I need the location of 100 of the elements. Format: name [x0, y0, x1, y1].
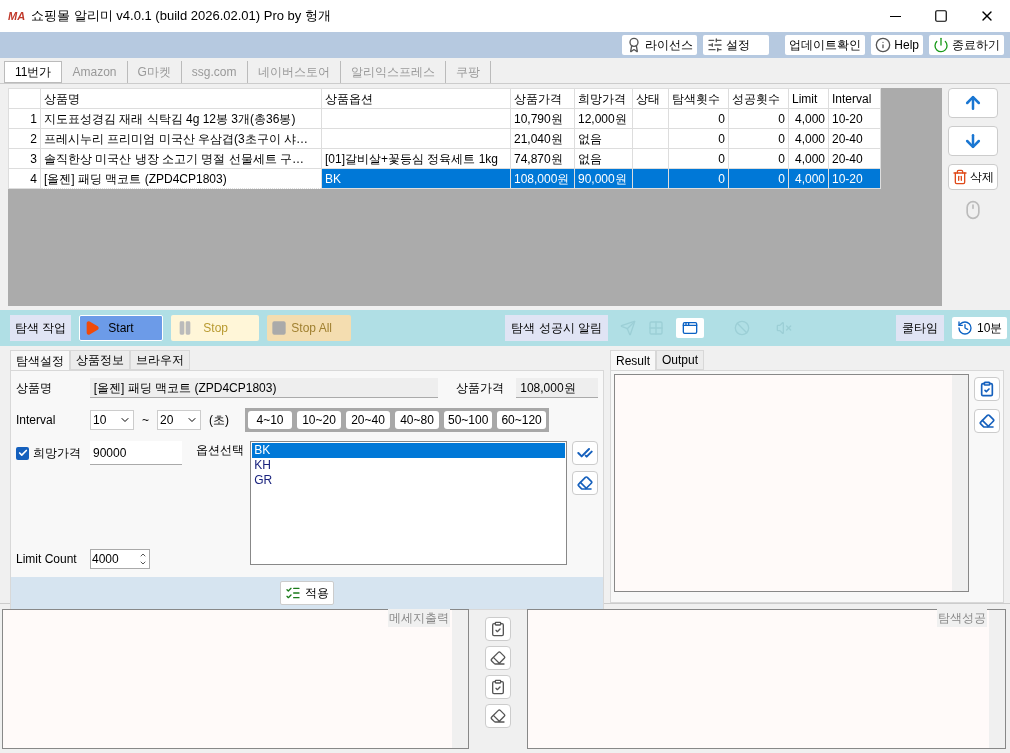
window-title: 쇼핑몰 알리미 v4.0.1 (build 2026.02.01) Pro by 헝개 — [31, 7, 331, 26]
table-cell: 0 — [728, 128, 789, 149]
table-row[interactable]: 3 솔직한상 미국산 냉장 소고기 명절 선물세트 구… [01]갈비살+꽃등심 정육세트 1kg 74,870원 없음 0 0 4,000 20-40 — [8, 148, 881, 169]
eraser-icon — [490, 708, 506, 724]
table-cell: 프레시누리 프리미엄 미국산 우삼겹(3초구이 샤… — [40, 128, 322, 149]
double-check-icon — [577, 445, 593, 461]
column-header[interactable]: 탐색횟수 — [668, 88, 729, 109]
limit-count-label: Limit Count — [16, 551, 78, 568]
interval-from-dropdown[interactable]: 10 — [90, 410, 134, 430]
preset-button[interactable]: 4~10 — [248, 411, 292, 429]
table-cell: 없음 — [574, 148, 633, 169]
alert-label: 탐색 성공시 알림 — [505, 315, 608, 341]
toolbar-button[interactable]: 설정 — [703, 35, 770, 55]
table-cell: 20-40 — [828, 148, 881, 169]
column-header[interactable]: 상품명 — [40, 88, 322, 109]
table-cell: 0 — [668, 108, 729, 129]
option-item[interactable]: GR — [252, 473, 565, 488]
clear-button[interactable] — [485, 704, 511, 728]
move-up-button[interactable] — [948, 88, 998, 118]
field-label: 상품가격 — [456, 380, 506, 397]
table-cell: 10-20 — [828, 108, 881, 129]
preset-button[interactable]: 50~100 — [444, 411, 493, 429]
section-label: 탐색 작업 — [10, 315, 72, 341]
table-cell — [632, 148, 669, 169]
site-tab[interactable]: 11번가 — [4, 61, 63, 83]
table-cell: 4,000 — [788, 168, 829, 189]
table-row[interactable]: 1 지도표성경김 재래 식탁김 4g 12봉 3개(총36봉) 10,790원 12,000원 0 0 4,000 10-20 — [8, 108, 881, 129]
wish-price-checkbox[interactable] — [16, 446, 29, 460]
limit-count-spinner[interactable]: 4000 — [90, 549, 150, 569]
column-header[interactable]: 상품가격 — [510, 88, 575, 109]
eraser-icon — [577, 475, 593, 491]
eraser-icon — [490, 650, 506, 666]
preset-button[interactable]: 40~80 — [395, 411, 439, 429]
preset-button[interactable]: 20~40 — [346, 411, 390, 429]
mouse-icon — [963, 200, 983, 220]
clear-button[interactable] — [572, 471, 598, 495]
settings-tab[interactable]: 상품정보 — [70, 350, 130, 370]
delete-button[interactable]: 삭제 — [948, 164, 998, 190]
price-field: 108,000원 — [516, 378, 598, 398]
table-cell: 21,040원 — [510, 128, 575, 149]
settings-tab[interactable]: 탐색설정 — [10, 350, 70, 370]
table-cell: 0 — [728, 148, 789, 169]
table-cell: 12,000원 — [574, 108, 633, 129]
table-cell: 90,000원 — [574, 168, 633, 189]
result-tab[interactable]: Output — [656, 350, 705, 370]
clear-button[interactable] — [974, 409, 1000, 433]
result-tab[interactable]: Result — [610, 350, 656, 370]
move-down-button[interactable] — [948, 126, 998, 156]
field-label: 상품명 — [16, 380, 53, 397]
copy-button[interactable] — [485, 617, 511, 641]
interval-to-dropdown[interactable]: 20 — [157, 410, 201, 430]
column-header[interactable]: 상태 — [632, 88, 669, 109]
settings-tab[interactable]: 브라우저 — [130, 350, 190, 370]
preset-button[interactable]: 10~20 — [297, 411, 341, 429]
option-label: 옵션선택 — [196, 442, 244, 459]
apply-button[interactable]: 적용 — [280, 581, 334, 605]
toolbar-button[interactable]: Help — [871, 35, 923, 55]
maximize-icon — [934, 9, 948, 23]
checklist-icon — [285, 585, 301, 601]
table-row[interactable]: 2 프레시누리 프리미엄 미국산 우삼겹(3초구이 샤… 21,040원 없음 0 0 4,000 20-40 — [8, 128, 881, 149]
eraser-icon — [979, 413, 995, 429]
copy-button[interactable] — [485, 675, 511, 699]
option-item[interactable]: KH — [252, 458, 565, 473]
toolbar-button[interactable]: 라이선스 — [622, 35, 698, 55]
column-header[interactable]: 희망가격 — [574, 88, 633, 109]
column-header[interactable]: 성공횟수 — [728, 88, 789, 109]
scrollbar[interactable] — [989, 610, 1005, 748]
option-item[interactable]: BK — [252, 443, 565, 458]
scrollbar[interactable] — [452, 610, 468, 748]
unit-label: (초) — [209, 412, 229, 429]
window-button[interactable] — [676, 318, 704, 338]
copy-button[interactable] — [974, 377, 1000, 401]
column-header[interactable]: Interval — [828, 88, 881, 109]
preset-button[interactable]: 60~120 — [497, 411, 546, 429]
table-cell: 0 — [668, 128, 729, 149]
column-header[interactable]: Limit — [788, 88, 829, 109]
table-cell: 4,000 — [788, 108, 829, 129]
toolbar-button[interactable]: 종료하기 — [929, 35, 1004, 55]
clear-button[interactable] — [485, 646, 511, 670]
table-row[interactable]: 4 [올젠] 패딩 맥코트 (ZPD4CP1803) BK 108,000원 90,000원 0 0 4,000 10-20 — [8, 168, 881, 189]
minimize-icon — [889, 15, 901, 17]
table-cell: 0 — [668, 148, 729, 169]
row-number: 3 — [8, 148, 41, 169]
window-icon — [682, 320, 698, 336]
info-icon — [875, 37, 892, 53]
start-button[interactable]: Start — [79, 315, 164, 341]
table-cell: 없음 — [574, 128, 633, 149]
row-number: 4 — [8, 168, 41, 189]
table-cell: 4,000 — [788, 128, 829, 149]
column-header[interactable]: 상품옵션 — [321, 88, 511, 109]
interval-separator: ~ — [142, 412, 149, 429]
select-all-button[interactable] — [572, 441, 598, 465]
toolbar-button[interactable]: 업데이트확인 — [785, 35, 866, 55]
table-cell: 108,000원 — [510, 168, 575, 189]
wish-price-input[interactable]: 90000 — [90, 441, 182, 465]
table-cell: 4,000 — [788, 148, 829, 169]
cooltime-button[interactable]: 10분 — [952, 317, 1008, 339]
row-number: 2 — [8, 128, 41, 149]
scrollbar[interactable] — [952, 375, 968, 591]
table-cell: 0 — [728, 168, 789, 189]
